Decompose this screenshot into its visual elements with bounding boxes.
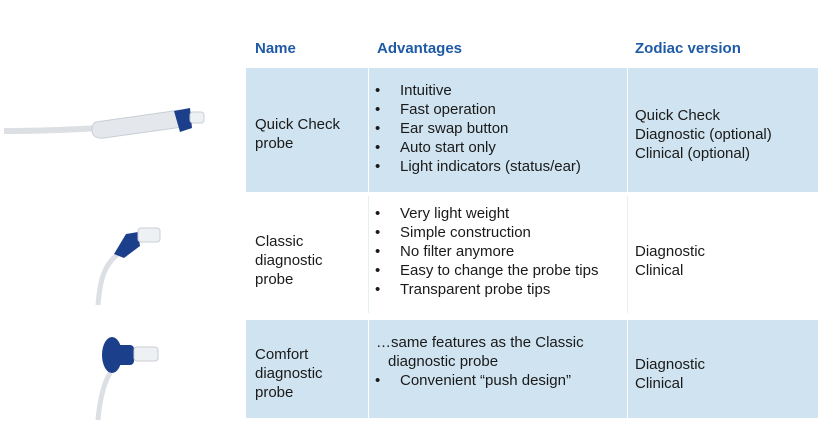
list-item: Fast operation	[372, 100, 581, 119]
header-zodiac-version: Zodiac version	[635, 40, 741, 57]
zodiac-version-cell: Diagnostic Clinical	[635, 243, 706, 279]
probe-name-cell: Classic diagnostic probe	[255, 233, 323, 288]
list-item: Light indicators (status/ear)	[372, 157, 581, 176]
zodiac-version-cell: Quick Check Diagnostic (optional) Clinic…	[635, 107, 772, 162]
zodiac-version-cell: Diagnostic Clinical	[635, 356, 706, 392]
advantages-list: …same features as the Classic diagnostic…	[375, 333, 584, 390]
probe-name-cell: Comfort diagnostic probe	[255, 346, 323, 401]
list-item: Easy to change the probe tips	[372, 261, 598, 280]
list-item: Ear swap button	[372, 119, 581, 138]
header-name: Name	[255, 40, 296, 57]
table-row-classic: Classic diagnostic probe Very light weig…	[246, 196, 818, 313]
table-row-comfort: Comfort diagnostic probe …same features …	[246, 320, 818, 418]
list-item: Transparent probe tips	[372, 280, 598, 299]
advantages-list: Very light weight Simple construction No…	[372, 204, 598, 299]
header-advantages: Advantages	[377, 40, 463, 57]
list-item: No filter anymore	[372, 242, 598, 261]
advantages-list: Intuitive Fast operation Ear swap button…	[372, 81, 581, 176]
list-item: Auto start only	[372, 138, 581, 157]
classic-probe-image	[95, 227, 161, 305]
list-item: Convenient “push design”	[372, 371, 584, 390]
probe-name-cell: Quick Check probe	[255, 116, 341, 152]
list-item: Very light weight	[372, 204, 598, 223]
table-row-quick-check: Quick Check probe Intuitive Fast operati…	[246, 68, 818, 192]
list-item: Intuitive	[372, 81, 581, 100]
comfort-probe-image	[95, 337, 159, 420]
quick-check-probe-image	[4, 108, 205, 139]
list-item: Simple construction	[372, 223, 598, 242]
